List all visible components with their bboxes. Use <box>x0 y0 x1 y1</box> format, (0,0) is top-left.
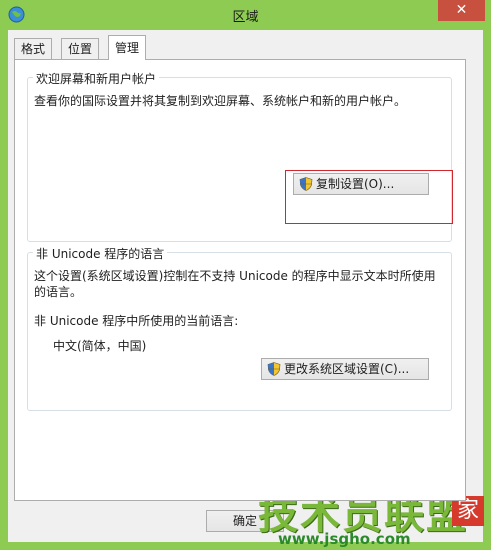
non-unicode-group: 非 Unicode 程序的语言 这个设置(系统区域设置)控制在不支持 Unico… <box>27 245 452 411</box>
close-button[interactable]: ✕ <box>438 0 485 21</box>
title-bar[interactable]: 区域 ✕ <box>0 0 491 30</box>
tab-location[interactable]: 位置 <box>61 38 100 59</box>
current-language-label: 非 Unicode 程序中所使用的当前语言: <box>34 314 239 328</box>
tab-administrative[interactable]: 管理 <box>108 35 147 60</box>
non-unicode-group-title: 非 Unicode 程序的语言 <box>33 245 168 262</box>
welcome-group-title: 欢迎屏幕和新用户帐户 <box>33 70 160 87</box>
dialog-client: 格式 位置 管理 欢迎屏幕和新用户帐户 查看你的国际设置并将其复制到欢迎屏幕、系… <box>8 30 483 542</box>
welcome-description: 查看你的国际设置并将其复制到欢迎屏幕、系统帐户和新的用户帐户。 <box>34 94 407 108</box>
non-unicode-description-line2: 的语言。 <box>34 285 83 299</box>
change-system-locale-label: 更改系统区域设置(C)... <box>284 362 410 376</box>
non-unicode-description-line1: 这个设置(系统区域设置)控制在不支持 Unicode 的程序中显示文本时所使用 <box>34 269 436 283</box>
uac-shield-icon <box>267 362 281 376</box>
copy-settings-highlight <box>285 170 453 224</box>
watermark-url: www.jsgho.com <box>278 530 411 548</box>
change-system-locale-button[interactable]: 更改系统区域设置(C)... <box>261 358 429 380</box>
current-language-value: 中文(简体，中国) <box>53 339 147 353</box>
tab-format[interactable]: 格式 <box>14 38 53 59</box>
window-title: 区域 <box>232 10 259 25</box>
region-dialog: 区域 ✕ 格式 位置 管理 欢迎屏幕和新用户帐户 查看你的国际设置并将其复制到欢… <box>0 0 491 550</box>
administrative-tab-pane: 欢迎屏幕和新用户帐户 查看你的国际设置并将其复制到欢迎屏幕、系统帐户和新的用户帐… <box>14 59 466 501</box>
